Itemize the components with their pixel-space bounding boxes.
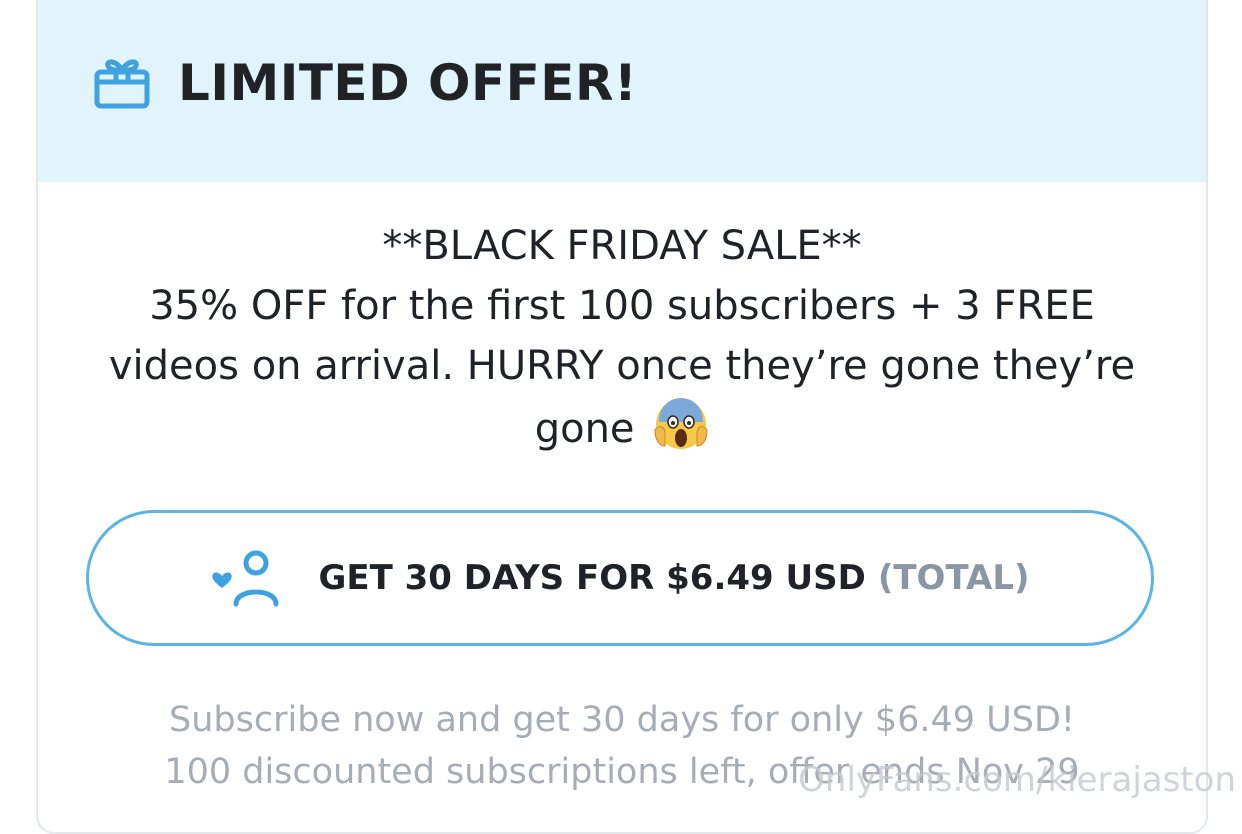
subscribe-button-label: GET 30 DAYS FOR $6.49 USD: [318, 558, 866, 598]
description-line-4-wrap: gone: [88, 396, 1156, 459]
face-screaming-in-fear-emoji: [654, 398, 708, 449]
watermark: OnlyFans.com/kierajaston: [798, 760, 1236, 800]
description-line-2: 35% OFF for the first 100 subscribers + …: [149, 283, 1095, 329]
subscribe-user-heart-icon: [212, 550, 279, 607]
gift-icon: [94, 59, 150, 109]
offer-description: **BLACK FRIDAY SALE** 35% OFF for the fi…: [88, 216, 1156, 459]
subscribe-button-total: (TOTAL): [877, 558, 1030, 598]
subscribe-button[interactable]: GET 30 DAYS FOR $6.49 USD (TOTAL): [86, 510, 1154, 646]
offer-header: LIMITED OFFER!: [38, 0, 1206, 182]
description-line-1: **BLACK FRIDAY SALE**: [382, 223, 862, 269]
description-line-3: videos on arrival. HURRY once they’re go…: [108, 343, 1136, 389]
footnote-line-1: Subscribe now and get 30 days for only $…: [169, 700, 1075, 740]
description-line-4: gone: [534, 406, 635, 452]
limited-offer-card: LIMITED OFFER! **BLACK FRIDAY SALE** 35%…: [36, 0, 1208, 834]
offer-title: LIMITED OFFER!: [178, 54, 638, 112]
